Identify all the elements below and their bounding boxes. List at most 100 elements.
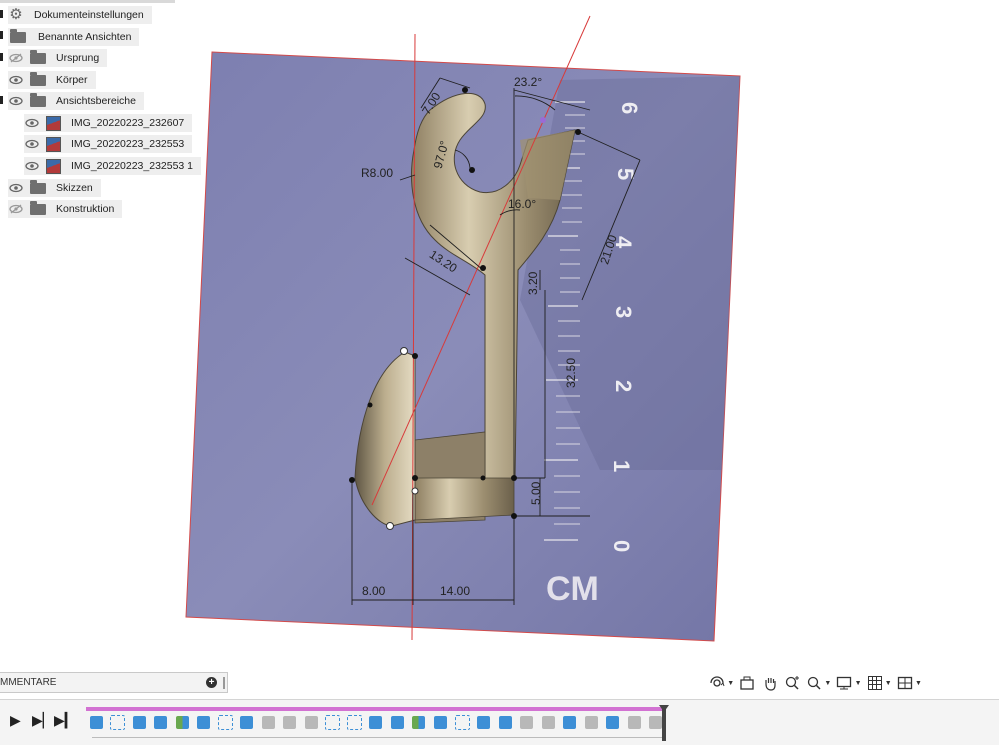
plus-circle-icon[interactable]: + (206, 677, 217, 688)
tree-item-label: Körper (56, 74, 88, 86)
timeline-feature-icon[interactable] (129, 711, 150, 733)
sketch-point-selected (540, 117, 546, 123)
ruler-number: 0 (609, 540, 634, 552)
tree-item-skizzen[interactable]: Skizzen (8, 179, 101, 197)
expand-arrow-icon[interactable] (0, 53, 3, 61)
comments-label: MMENTARE (0, 677, 57, 688)
chevron-down-icon[interactable]: ▼ (727, 680, 734, 687)
tree-item-canvas-1[interactable]: IMG_20220223_232607 (24, 114, 193, 132)
timeline-feature-icon[interactable] (581, 711, 602, 733)
tree-item-canvas-3[interactable]: IMG_20220223_232553 1 (24, 157, 202, 175)
eye-icon[interactable] (8, 74, 24, 86)
display-settings-icon[interactable] (835, 673, 853, 693)
timeline-feature-icon[interactable] (151, 711, 172, 733)
tree-item-label: Benannte Ansichten (38, 31, 132, 43)
timeline-feature-icon[interactable] (280, 711, 301, 733)
tree-item-label: Skizzen (56, 182, 93, 194)
timeline-feature-icon[interactable] (323, 711, 344, 733)
timeline-feature-icon[interactable] (409, 711, 430, 733)
ruler-number: 3 (611, 306, 636, 318)
dimension-text: R8.00 (361, 166, 393, 180)
timeline-feature-icon[interactable] (473, 711, 494, 733)
eye-hidden-icon[interactable] (8, 52, 24, 64)
chevron-down-icon[interactable]: ▼ (824, 680, 831, 687)
ruler-unit: CM (546, 570, 599, 608)
timeline-feature-icon[interactable] (194, 711, 215, 733)
timeline-feature-icon[interactable] (602, 711, 623, 733)
dimension-text: 5.00 (529, 481, 543, 505)
tree-item-koerper[interactable]: Körper (8, 71, 96, 89)
eye-icon[interactable] (8, 182, 24, 194)
tree-item-label: Ursprung (56, 52, 100, 64)
timeline-feature-icon[interactable] (430, 711, 451, 733)
chevron-down-icon[interactable]: ▼ (855, 680, 862, 687)
browser-panel: ⚙ Dokumenteinstellungen Benannte Ansicht… (0, 0, 260, 230)
panel-collapse-handle[interactable] (223, 677, 225, 689)
canvas-image-icon (46, 136, 61, 152)
go-to-end-icon[interactable]: ▶▎ (54, 712, 76, 729)
timeline-feature-icon[interactable] (108, 711, 129, 733)
timeline: ▶ ▶▏ ▶▎ (0, 699, 999, 745)
ruler-number: 2 (611, 380, 636, 392)
tree-item-dokumenteinstellungen[interactable]: ⚙ Dokumenteinstellungen (8, 6, 152, 24)
timeline-feature-icon[interactable] (172, 711, 193, 733)
timeline-feature-icon[interactable] (301, 711, 322, 733)
timeline-features (86, 711, 666, 733)
timeline-feature-icon[interactable] (86, 711, 107, 733)
timeline-feature-icon[interactable] (344, 711, 365, 733)
grid-icon[interactable] (866, 673, 884, 693)
eye-icon[interactable] (24, 117, 40, 129)
timeline-feature-icon[interactable] (215, 711, 236, 733)
comments-panel[interactable]: MMENTARE + (0, 672, 228, 693)
tree-item-label: Ansichtsbereiche (56, 95, 136, 107)
look-at-icon[interactable] (738, 673, 756, 693)
panel-top-strip (0, 0, 175, 3)
folder-icon (30, 200, 46, 215)
gear-icon: ⚙ (9, 6, 23, 23)
timeline-feature-icon[interactable] (366, 711, 387, 733)
timeline-feature-icon[interactable] (258, 711, 279, 733)
tree-item-label: IMG_20220223_232553 (71, 138, 185, 150)
expand-arrow-icon[interactable] (0, 31, 3, 39)
eye-icon[interactable] (24, 160, 40, 172)
timeline-marker[interactable] (659, 705, 669, 741)
eye-icon[interactable] (8, 95, 24, 107)
tree-item-benannte-ansichten[interactable]: Benannte Ansichten (8, 28, 140, 46)
pan-icon[interactable] (761, 673, 779, 693)
expand-arrow-icon[interactable] (0, 96, 3, 104)
folder-icon (30, 92, 46, 107)
tree-item-ansichtsbereiche[interactable]: Ansichtsbereiche (8, 92, 144, 110)
zoom-window-icon[interactable] (783, 673, 801, 693)
tree-item-label: Dokumenteinstellungen (34, 9, 144, 21)
tree-item-label: Konstruktion (56, 203, 115, 215)
tree-item-label: IMG_20220223_232553 1 (71, 160, 194, 172)
dimension-text: 32.50 (564, 358, 578, 388)
tree-item-canvas-2[interactable]: IMG_20220223_232553 (24, 135, 193, 153)
orbit-icon[interactable] (708, 673, 726, 693)
timeline-feature-icon[interactable] (452, 711, 473, 733)
viewports-icon[interactable] (896, 673, 914, 693)
tree-item-ursprung[interactable]: Ursprung (8, 49, 108, 67)
zoom-icon[interactable] (805, 673, 823, 693)
tree-item-label: IMG_20220223_232607 (71, 117, 185, 129)
step-forward-icon[interactable]: ▶▏ (32, 712, 54, 729)
chevron-down-icon[interactable]: ▼ (915, 680, 922, 687)
timeline-feature-icon[interactable] (237, 711, 258, 733)
timeline-feature-icon[interactable] (516, 711, 537, 733)
play-icon[interactable]: ▶ (10, 712, 21, 729)
dimension-text: 16.0° (508, 197, 536, 211)
eye-icon[interactable] (24, 138, 40, 150)
expand-arrow-icon[interactable] (0, 10, 3, 18)
dimension-text: 3.20 (526, 271, 540, 295)
tree-item-konstruktion[interactable]: Konstruktion (8, 200, 123, 218)
ruler-number: 6 (617, 102, 642, 114)
timeline-feature-icon[interactable] (387, 711, 408, 733)
navigation-toolbar: ▼ ▼ ▼ ▼ ▼ (708, 672, 922, 694)
chevron-down-icon[interactable]: ▼ (885, 680, 892, 687)
timeline-feature-icon[interactable] (624, 711, 645, 733)
eye-hidden-icon[interactable] (8, 203, 24, 215)
timeline-feature-icon[interactable] (559, 711, 580, 733)
timeline-feature-icon[interactable] (495, 711, 516, 733)
folder-icon (30, 49, 46, 64)
timeline-feature-icon[interactable] (538, 711, 559, 733)
